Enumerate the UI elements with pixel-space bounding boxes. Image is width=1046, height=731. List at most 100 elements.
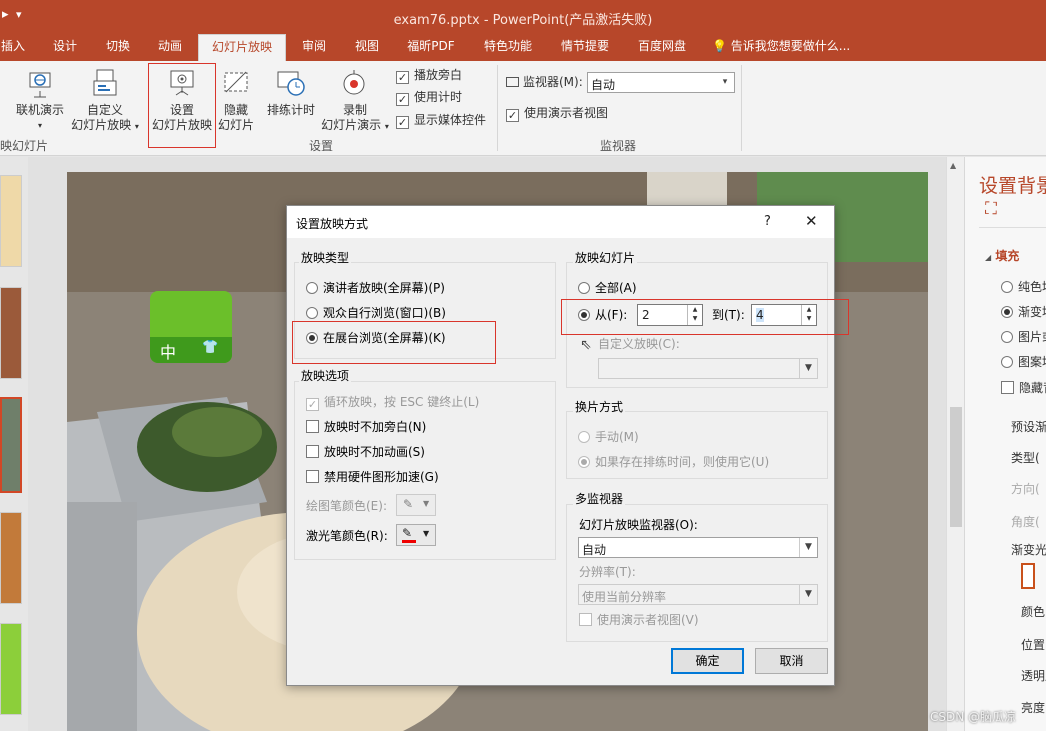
slide-thumbnail-selected[interactable]	[0, 397, 22, 493]
tab-animations[interactable]: 动画	[155, 34, 185, 61]
gradient-fill-label: 渐变填	[1018, 305, 1046, 319]
lightbulb-icon: 💡	[712, 39, 727, 53]
ok-button[interactable]: 确定	[671, 648, 744, 674]
use-timings-checkbox[interactable]: ✓ 使用计时	[396, 89, 462, 106]
play-narrations-checkbox[interactable]: ✓ 播放旁白	[396, 67, 463, 84]
loop-label: 循环放映，按 ESC 键终止(L)	[324, 395, 480, 409]
tab-view[interactable]: 视图	[352, 34, 382, 61]
ribbon-separator	[741, 65, 742, 151]
tab-design[interactable]: 设计	[50, 34, 80, 61]
pattern-fill-label: 图案填	[1018, 355, 1046, 369]
tab-foxit-pdf[interactable]: 福昕PDF	[404, 34, 458, 61]
angle-label: 角度(	[1011, 515, 1040, 529]
slideshow-monitor-value: 自动	[582, 543, 607, 557]
logo-character: 中	[160, 343, 177, 362]
hide-background-label: 隐藏背	[1019, 381, 1046, 395]
tab-baidu-netdisk[interactable]: 百度网盘	[634, 34, 690, 61]
slideshow-monitor-select[interactable]: 自动 ▼	[578, 537, 818, 558]
show-media-controls-checkbox[interactable]: ✓ 显示媒体控件	[396, 112, 486, 129]
loop-checkbox[interactable]: ✓ 循环放映，按 ESC 键终止(L)	[306, 394, 480, 411]
highlight-range-box	[561, 299, 849, 335]
monitor-select[interactable]: 自动 ▾	[587, 72, 735, 93]
checkbox-icon	[306, 445, 319, 458]
pen-color-button[interactable]: ✎ ▼	[396, 494, 436, 516]
broadcast-dropdown-icon: ▾	[37, 121, 42, 130]
tab-review[interactable]: 审阅	[299, 34, 329, 61]
slide-thumbnail[interactable]	[0, 512, 22, 604]
laser-color-button[interactable]: ✎ ▼	[396, 524, 436, 546]
online-present-icon	[29, 72, 51, 98]
slide-thumbnail[interactable]	[0, 287, 22, 379]
hide-background-checkbox[interactable]: 隐藏背	[1001, 379, 1046, 396]
stop-color-label: 颜色(	[1021, 605, 1046, 619]
ribbon-presenter-view-checkbox[interactable]: ✓ 使用演示者视图	[506, 105, 608, 122]
pane-divider	[979, 227, 1046, 228]
no-narration-checkbox[interactable]: 放映时不加旁白(N)	[306, 419, 426, 435]
picture-fill-radio[interactable]: 图片或	[1001, 328, 1046, 345]
radio-icon	[1001, 356, 1013, 368]
all-slides-radio[interactable]: 全部(A)	[578, 280, 637, 296]
no-narration-label: 放映时不加旁白(N)	[324, 420, 427, 434]
resolution-select[interactable]: 使用当前分辨率 ▼	[578, 584, 818, 605]
ribbon-cutoff-button[interactable]	[0, 65, 10, 125]
play-narrations-label: 播放旁白	[414, 68, 463, 82]
check-icon: ✓	[396, 93, 409, 106]
pattern-fill-radio[interactable]: 图案填	[1001, 353, 1046, 370]
gradient-stop-handle[interactable]	[1021, 563, 1035, 589]
disable-hw-label: 禁用硬件图形加速(G)	[324, 470, 439, 484]
gradient-fill-radio[interactable]: 渐变填	[1001, 303, 1046, 320]
radio-icon	[1001, 281, 1013, 293]
advance-legend: 换片方式	[573, 398, 626, 415]
chevron-down-icon: ▾	[722, 77, 728, 87]
group-label-setup: 设置	[309, 139, 334, 153]
browsed-window-label: 观众自行浏览(窗口)(B)	[323, 306, 446, 320]
laser-pen-icon: ✎	[402, 526, 413, 540]
collapse-triangle-icon: ◢	[985, 253, 992, 262]
scroll-up-icon[interactable]: ▲	[950, 161, 956, 170]
tab-storyboard[interactable]: 情节提要	[557, 34, 613, 61]
scroll-thumb[interactable]	[950, 407, 962, 527]
dialog-title: 设置放映方式	[296, 217, 369, 231]
custom-slideshow-icon	[93, 69, 117, 96]
hide-slide-button[interactable]: 隐藏 幻灯片	[216, 67, 256, 133]
browsed-window-radio[interactable]: 观众自行浏览(窗口)(B)	[306, 305, 446, 321]
custom-show-select[interactable]: ▼	[598, 358, 818, 379]
slide-thumbnail[interactable]	[0, 623, 22, 715]
tab-slideshow[interactable]: 幻灯片放映	[198, 34, 286, 61]
rehearse-timings-icon	[277, 71, 305, 96]
presenter-radio[interactable]: 演讲者放映(全屏幕)(P)	[306, 280, 445, 296]
group-label-start: 映幻灯片	[0, 139, 49, 153]
solid-fill-radio[interactable]: 纯色填	[1001, 278, 1046, 295]
rehearse-timings-button[interactable]: 排练计时	[262, 67, 320, 118]
record-slideshow-button[interactable]: 录制 幻灯片演示 ▾	[320, 67, 390, 134]
broadcast-button[interactable]: 联机演示 ▾	[12, 67, 68, 133]
hide-slide-icon	[224, 71, 248, 93]
ribbon-tabs: 插入 设计 切换 动画 幻灯片放映 审阅 视图 福昕PDF 特色功能 情节提要 …	[0, 34, 1046, 61]
use-timings-label: 如果存在排练时间，则使用它(U)	[595, 455, 770, 469]
dialog-presenter-view-checkbox[interactable]: 使用演示者视图(V)	[579, 612, 699, 628]
paint-bucket-icon[interactable]: ⛶	[985, 199, 997, 219]
tab-features[interactable]: 特色功能	[480, 34, 536, 61]
slide-logo: 中 👕	[150, 291, 232, 363]
tab-transitions[interactable]: 切换	[103, 34, 133, 61]
slide-thumbnail[interactable]	[0, 175, 22, 267]
check-icon: ✓	[396, 71, 409, 84]
highlight-kiosk-box	[292, 321, 496, 364]
tell-me-box[interactable]: 💡 告诉我您想要做什么...	[712, 34, 850, 61]
custom-show-button[interactable]: 自定义 幻灯片放映 ▾	[68, 67, 142, 134]
chevron-down-icon: ▼	[799, 359, 817, 378]
cancel-button[interactable]: 取消	[755, 648, 828, 674]
disable-hw-checkbox[interactable]: 禁用硬件图形加速(G)	[306, 469, 439, 485]
vertical-scrollbar[interactable]: ▲	[946, 157, 964, 731]
fill-section-header[interactable]: ◢ 填充	[985, 247, 1019, 264]
format-background-pane: 设置背景 ⛶ ◢ 填充 纯色填 渐变填 图片或 图案填 隐藏背 预设渐 类型( …	[964, 157, 1046, 731]
use-timings-radio[interactable]: 如果存在排练时间，则使用它(U)	[578, 454, 769, 470]
transparency-label: 透明度	[1021, 669, 1046, 683]
close-button[interactable]: ✕	[805, 212, 818, 230]
no-animation-checkbox[interactable]: 放映时不加动画(S)	[306, 444, 425, 460]
manual-radio[interactable]: 手动(M)	[578, 429, 639, 445]
help-button[interactable]: ?	[764, 214, 771, 229]
check-icon: ✓	[506, 109, 519, 122]
check-icon: ✓	[396, 116, 409, 129]
tab-insert[interactable]: 插入	[0, 34, 26, 61]
